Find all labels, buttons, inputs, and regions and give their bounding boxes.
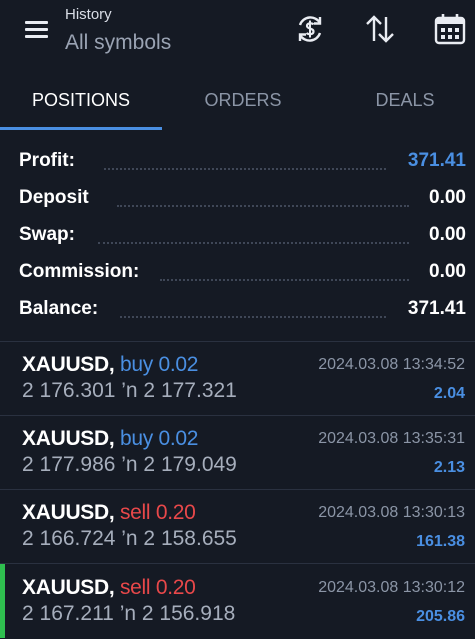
trade-prices: 2 167.211 ’n 2 156.918: [22, 602, 236, 625]
trade-time: 2024.03.08 13:35:31: [318, 430, 465, 447]
summary-value: 0.00: [429, 261, 466, 282]
trade-time: 2024.03.08 13:30:12: [318, 579, 465, 596]
tab-orders[interactable]: ORDERS: [162, 80, 324, 130]
summary-balance: Balance: 371.41: [0, 298, 475, 328]
leader-dots: [117, 205, 409, 207]
sort-arrows-icon[interactable]: [363, 12, 397, 46]
tab-positions[interactable]: POSITIONS: [0, 80, 162, 130]
trade-row-selected[interactable]: XAUUSD, sell 0.20 2 167.211 ’n 2 156.918…: [0, 564, 475, 638]
summary-profit: Profit: 371.41: [0, 150, 475, 180]
summary-label: Swap:: [19, 224, 75, 245]
trade-prices: 2 177.986 ’n 2 179.049: [22, 453, 237, 476]
summary-label: Commission:: [19, 261, 140, 282]
trade-row[interactable]: XAUUSD, buy 0.02 2 176.301 ’n 2 177.321 …: [0, 341, 475, 415]
currency-exchange-icon[interactable]: [293, 12, 327, 46]
trade-side: sell 0.20: [119, 501, 196, 524]
summary-commission: Commission: 0.00: [0, 261, 475, 291]
active-tab-indicator: [0, 127, 162, 130]
menu-icon[interactable]: [22, 19, 50, 41]
leader-dots: [160, 279, 409, 281]
summary-value: 371.41: [407, 298, 466, 319]
trade-symbol: XAUUSD, buy 0.02: [22, 427, 199, 450]
trade-side: buy 0.02: [119, 427, 199, 450]
trade-side: sell 0.20: [119, 576, 196, 599]
trade-symbol: XAUUSD, sell 0.20: [22, 576, 196, 599]
leader-dots: [98, 242, 409, 244]
summary-label: Profit:: [19, 150, 75, 171]
calendar-icon[interactable]: [433, 12, 467, 46]
summary-label: Balance:: [19, 298, 99, 319]
summary-value: 371.41: [407, 150, 466, 171]
trade-profit: 2.13: [433, 459, 465, 476]
trade-time: 2024.03.08 13:34:52: [318, 356, 465, 373]
history-tabs: POSITIONS ORDERS DEALS: [0, 80, 475, 132]
trade-row[interactable]: XAUUSD, buy 0.02 2 177.986 ’n 2 179.049 …: [0, 415, 475, 489]
symbol-filter-title[interactable]: All symbols: [65, 31, 171, 55]
app-header: History All symbols: [0, 0, 475, 64]
trade-time: 2024.03.08 13:30:13: [318, 504, 465, 521]
trade-symbol: XAUUSD, sell 0.20: [22, 501, 196, 524]
tab-deals[interactable]: DEALS: [324, 80, 475, 130]
trade-profit: 161.38: [416, 533, 465, 550]
trade-prices: 2 176.301 ’n 2 177.321: [22, 379, 237, 402]
summary-value: 0.00: [429, 187, 466, 208]
trade-row[interactable]: XAUUSD, sell 0.20 2 166.724 ’n 2 158.655…: [0, 489, 475, 563]
trade-profit: 205.86: [416, 608, 465, 625]
header-subtitle: History: [65, 6, 112, 23]
selected-indicator: [0, 564, 5, 638]
trade-symbol: XAUUSD, buy 0.02: [22, 353, 199, 376]
summary-value: 0.00: [429, 224, 466, 245]
leader-dots: [104, 168, 386, 170]
summary-deposit: Deposit 0.00: [0, 187, 475, 217]
summary-label: Deposit: [19, 187, 89, 208]
trade-side: buy 0.02: [119, 353, 199, 376]
trade-profit: 2.04: [433, 385, 465, 402]
trade-prices: 2 166.724 ’n 2 158.655: [22, 527, 237, 550]
leader-dots: [120, 316, 386, 318]
summary-swap: Swap: 0.00: [0, 224, 475, 254]
